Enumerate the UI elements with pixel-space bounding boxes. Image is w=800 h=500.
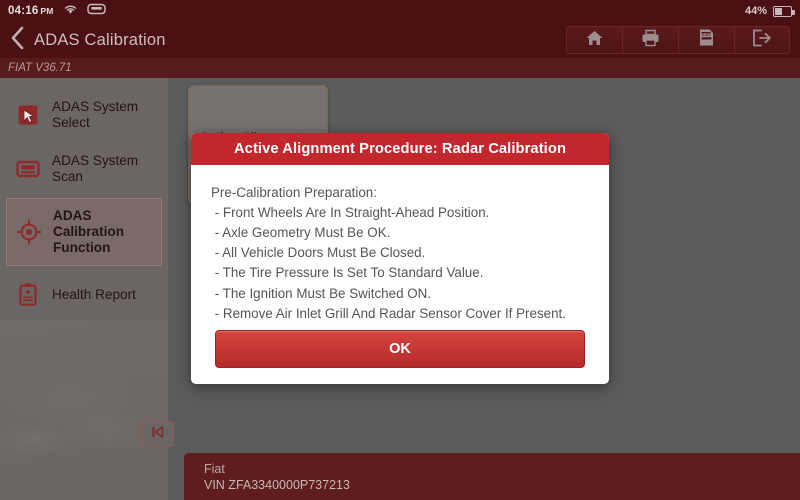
- sidebar-item-label: ADAS System Scan: [52, 153, 139, 184]
- sidebar-item-adas-system-scan[interactable]: ADAS System Scan: [0, 142, 168, 196]
- title-bar: ADAS Calibration ADAS: [0, 22, 800, 58]
- status-bar-left: 04:16 PM: [8, 2, 106, 20]
- dialog-header: Active Alignment Procedure: Radar Calibr…: [191, 133, 609, 165]
- clipboard-report-icon: [14, 281, 42, 309]
- dialog-title: Active Alignment Procedure: Radar Calibr…: [233, 140, 567, 157]
- vehicle-info-bar: Fiat VIN ZFA3340000P737213: [184, 453, 800, 500]
- ok-button[interactable]: OK: [215, 330, 585, 368]
- sidebar-nav: ADAS System Select ADAS System Scan ADAS…: [0, 78, 168, 322]
- adas-report-button[interactable]: ADAS: [678, 26, 734, 54]
- sidebar-item-health-report[interactable]: Health Report: [0, 268, 168, 322]
- sidebar-item-label: ADAS System Select: [52, 99, 139, 130]
- status-time: 04:16 PM: [8, 5, 54, 17]
- dialog-body: Pre-Calibration Preparation: - Front Whe…: [191, 165, 609, 324]
- version-text: FIAT V36.71: [8, 62, 72, 74]
- svg-text:ADAS: ADAS: [702, 32, 711, 36]
- scan-window-icon: [14, 155, 42, 183]
- exit-icon: [752, 29, 772, 52]
- status-bar: 04:16 PM 44%: [0, 0, 800, 22]
- crosshair-target-icon: [15, 218, 43, 246]
- version-bar: FIAT V36.71: [0, 58, 800, 78]
- header-toolbar: ADAS: [566, 26, 790, 54]
- skip-back-icon: [150, 425, 165, 444]
- dialog-line: - Front Wheels Are In Straight-Ahead Pos…: [211, 204, 490, 220]
- dialog-line: - The Ignition Must Be Switched ON.: [211, 285, 432, 301]
- page-title: ADAS Calibration: [34, 30, 166, 49]
- status-time-value: 04:16: [8, 5, 39, 17]
- dialog-line: - Axle Geometry Must Be OK.: [211, 224, 391, 240]
- radar-calibration-dialog: Active Alignment Procedure: Radar Calibr…: [191, 133, 609, 384]
- sidebar-item-adas-calibration-function[interactable]: ADAS Calibration Function: [6, 198, 162, 266]
- home-button[interactable]: [566, 26, 622, 54]
- sidebar-collapse-button[interactable]: [140, 421, 174, 447]
- dialog-line: - All Vehicle Doors Must Be Closed.: [211, 245, 426, 261]
- sidebar-item-adas-system-select[interactable]: ADAS System Select: [0, 88, 168, 142]
- sidebar-item-label: Health Report: [52, 287, 136, 302]
- back-button[interactable]: [0, 22, 34, 58]
- adas-report-icon: ADAS: [697, 28, 716, 52]
- battery-icon: [773, 5, 795, 17]
- home-icon: [585, 29, 604, 52]
- cursor-select-icon: [14, 101, 42, 129]
- dialog-line: - The Tire Pressure Is Set To Standard V…: [211, 265, 484, 281]
- app-root: 04:16 PM 44% ADAS Calibration ADAS FIAT …: [0, 0, 800, 500]
- sidebar-item-label: ADAS Calibration Function: [53, 208, 124, 255]
- exit-button[interactable]: [734, 26, 790, 54]
- back-chevron-icon: [10, 26, 25, 55]
- status-bar-right: 44%: [744, 5, 795, 17]
- battery-percent: 44%: [744, 5, 767, 17]
- vehicle-make: Fiat: [204, 462, 225, 476]
- dialog-line: Pre-Calibration Preparation:: [211, 184, 377, 200]
- wifi-icon: [63, 2, 78, 20]
- vci-connector-icon: [86, 2, 106, 20]
- print-button[interactable]: [622, 26, 678, 54]
- dialog-footer: OK: [191, 324, 609, 384]
- vehicle-vin: VIN ZFA3340000P737213: [204, 478, 350, 492]
- printer-icon: [641, 29, 660, 52]
- status-time-ampm: PM: [40, 6, 54, 16]
- dialog-line: - Remove Air Inlet Grill And Radar Senso…: [211, 305, 566, 321]
